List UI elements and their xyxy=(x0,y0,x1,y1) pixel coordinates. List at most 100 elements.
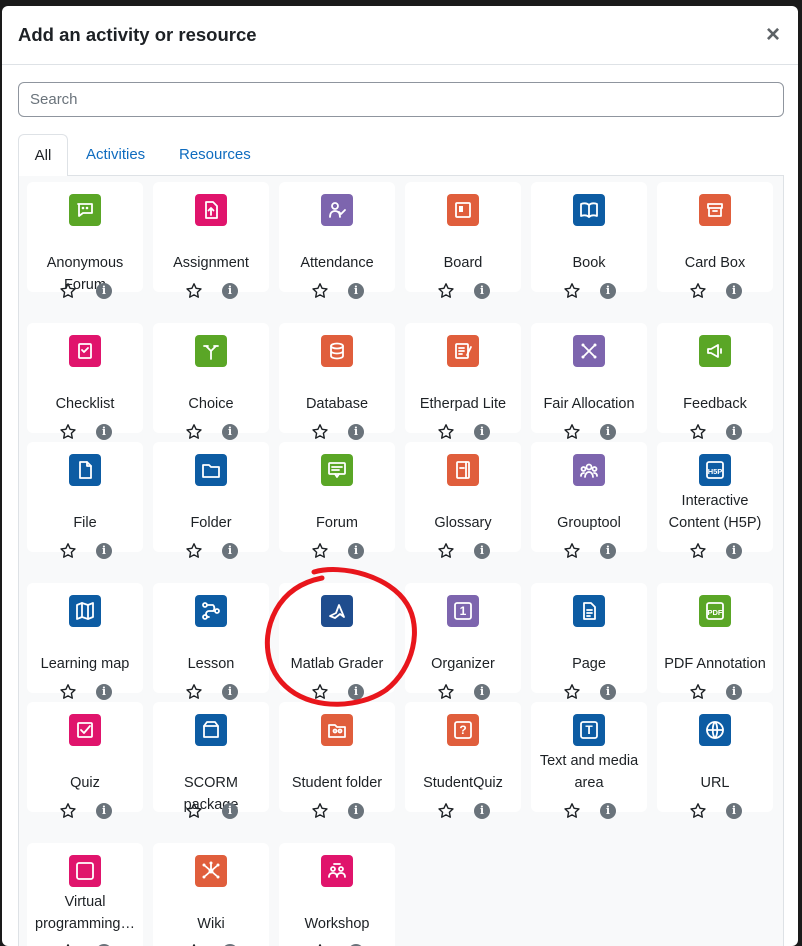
activity-card-student-folder[interactable]: Student folder i xyxy=(279,702,395,819)
info-icon[interactable]: i xyxy=(222,803,238,819)
star-icon[interactable] xyxy=(563,282,581,300)
activity-card-quiz[interactable]: Quiz i xyxy=(27,702,143,819)
info-icon[interactable]: i xyxy=(600,684,616,700)
info-icon[interactable]: i xyxy=(726,803,742,819)
info-icon[interactable]: i xyxy=(96,283,112,299)
activity-card-page[interactable]: Page i xyxy=(531,583,647,700)
activity-card-text-media[interactable]: T Text and media area i xyxy=(531,702,647,819)
activity-name: Student folder xyxy=(291,775,383,791)
activity-card-url[interactable]: URL i xyxy=(657,702,773,819)
activity-card-folder[interactable]: Folder i xyxy=(153,442,269,559)
workshop-icon xyxy=(321,855,353,887)
info-icon[interactable]: i xyxy=(474,543,490,559)
info-icon[interactable]: i xyxy=(726,283,742,299)
activity-card-organizer[interactable]: 1 Organizer i xyxy=(405,583,521,700)
tab-all[interactable]: All xyxy=(18,134,68,177)
star-icon[interactable] xyxy=(59,542,77,560)
activity-card-workshop[interactable]: Workshopi xyxy=(279,843,395,946)
info-icon[interactable]: i xyxy=(726,684,742,700)
activity-card-assignment[interactable]: Assignment i xyxy=(153,182,269,299)
star-icon[interactable] xyxy=(311,802,329,820)
info-icon[interactable]: i xyxy=(474,684,490,700)
search-input[interactable] xyxy=(18,82,784,117)
star-icon[interactable] xyxy=(311,282,329,300)
star-icon[interactable] xyxy=(59,802,77,820)
star-icon[interactable] xyxy=(185,802,203,820)
info-icon[interactable]: i xyxy=(96,543,112,559)
info-icon[interactable]: i xyxy=(348,684,364,700)
info-icon[interactable]: i xyxy=(222,283,238,299)
info-icon[interactable]: i xyxy=(474,803,490,819)
activity-card-feedback[interactable]: Feedback i xyxy=(657,323,773,440)
activity-card-attendance[interactable]: Attendance i xyxy=(279,182,395,299)
activity-card-learning-map[interactable]: Learning map i xyxy=(27,583,143,700)
info-icon[interactable]: i xyxy=(96,424,112,440)
activity-card-file[interactable]: File i xyxy=(27,442,143,559)
info-icon[interactable]: i xyxy=(474,424,490,440)
activity-card-matlab[interactable]: Matlab Grader i xyxy=(279,583,395,700)
star-icon[interactable] xyxy=(185,683,203,701)
activity-card-database[interactable]: Database i xyxy=(279,323,395,440)
activity-card-card-box[interactable]: Card Box i xyxy=(657,182,773,299)
star-icon[interactable] xyxy=(185,542,203,560)
activity-card-anonymous-forum[interactable]: Anonymous Forum i xyxy=(27,182,143,299)
info-icon[interactable]: i xyxy=(222,543,238,559)
tab-activities[interactable]: Activities xyxy=(86,134,145,176)
star-icon[interactable] xyxy=(437,542,455,560)
info-icon[interactable]: i xyxy=(348,803,364,819)
star-icon[interactable] xyxy=(185,282,203,300)
info-icon[interactable]: i xyxy=(96,803,112,819)
star-icon[interactable] xyxy=(563,423,581,441)
activity-card-pdf-annotation[interactable]: PDF PDF Annotation i xyxy=(657,583,773,700)
info-icon[interactable]: i xyxy=(600,424,616,440)
info-icon[interactable]: i xyxy=(222,424,238,440)
star-icon[interactable] xyxy=(563,802,581,820)
star-icon[interactable] xyxy=(689,683,707,701)
activity-card-fair-allocation[interactable]: Fair Allocation i xyxy=(531,323,647,440)
star-icon[interactable] xyxy=(59,282,77,300)
star-icon[interactable] xyxy=(437,282,455,300)
activity-card-vpl[interactable]: Virtual programming…i xyxy=(27,843,143,946)
star-icon[interactable] xyxy=(185,423,203,441)
activity-card-checklist[interactable]: Checklist i xyxy=(27,323,143,440)
info-icon[interactable]: i xyxy=(474,283,490,299)
info-icon[interactable]: i xyxy=(222,684,238,700)
star-icon[interactable] xyxy=(689,282,707,300)
close-button[interactable]: × xyxy=(762,23,784,47)
activity-card-studentquiz[interactable]: ? StudentQuiz i xyxy=(405,702,521,819)
star-icon[interactable] xyxy=(437,802,455,820)
activity-card-etherpad[interactable]: Etherpad Lite i xyxy=(405,323,521,440)
activity-card-wiki[interactable]: Wikii xyxy=(153,843,269,946)
info-icon[interactable]: i xyxy=(726,543,742,559)
info-icon[interactable]: i xyxy=(348,543,364,559)
info-icon[interactable]: i xyxy=(600,803,616,819)
info-icon[interactable]: i xyxy=(348,424,364,440)
star-icon[interactable] xyxy=(563,683,581,701)
star-icon[interactable] xyxy=(437,423,455,441)
star-icon[interactable] xyxy=(437,683,455,701)
activity-card-forum[interactable]: Forum i xyxy=(279,442,395,559)
activity-card-book[interactable]: Book i xyxy=(531,182,647,299)
tab-resources[interactable]: Resources xyxy=(179,134,251,176)
star-icon[interactable] xyxy=(59,423,77,441)
activity-card-board[interactable]: Board i xyxy=(405,182,521,299)
activity-card-grouptool[interactable]: Grouptool i xyxy=(531,442,647,559)
star-icon[interactable] xyxy=(689,423,707,441)
info-icon[interactable]: i xyxy=(600,543,616,559)
activity-card-h5p[interactable]: H5P Interactive Content (H5P) i xyxy=(657,442,773,559)
info-icon[interactable]: i xyxy=(96,684,112,700)
activity-card-scorm[interactable]: SCORM package i xyxy=(153,702,269,819)
star-icon[interactable] xyxy=(311,423,329,441)
activity-card-lesson[interactable]: Lesson i xyxy=(153,583,269,700)
star-icon[interactable] xyxy=(311,683,329,701)
activity-card-choice[interactable]: Choice i xyxy=(153,323,269,440)
info-icon[interactable]: i xyxy=(348,283,364,299)
star-icon[interactable] xyxy=(563,542,581,560)
star-icon[interactable] xyxy=(689,542,707,560)
star-icon[interactable] xyxy=(311,542,329,560)
activity-card-glossary[interactable]: Glossary i xyxy=(405,442,521,559)
info-icon[interactable]: i xyxy=(600,283,616,299)
star-icon[interactable] xyxy=(59,683,77,701)
star-icon[interactable] xyxy=(689,802,707,820)
info-icon[interactable]: i xyxy=(726,424,742,440)
